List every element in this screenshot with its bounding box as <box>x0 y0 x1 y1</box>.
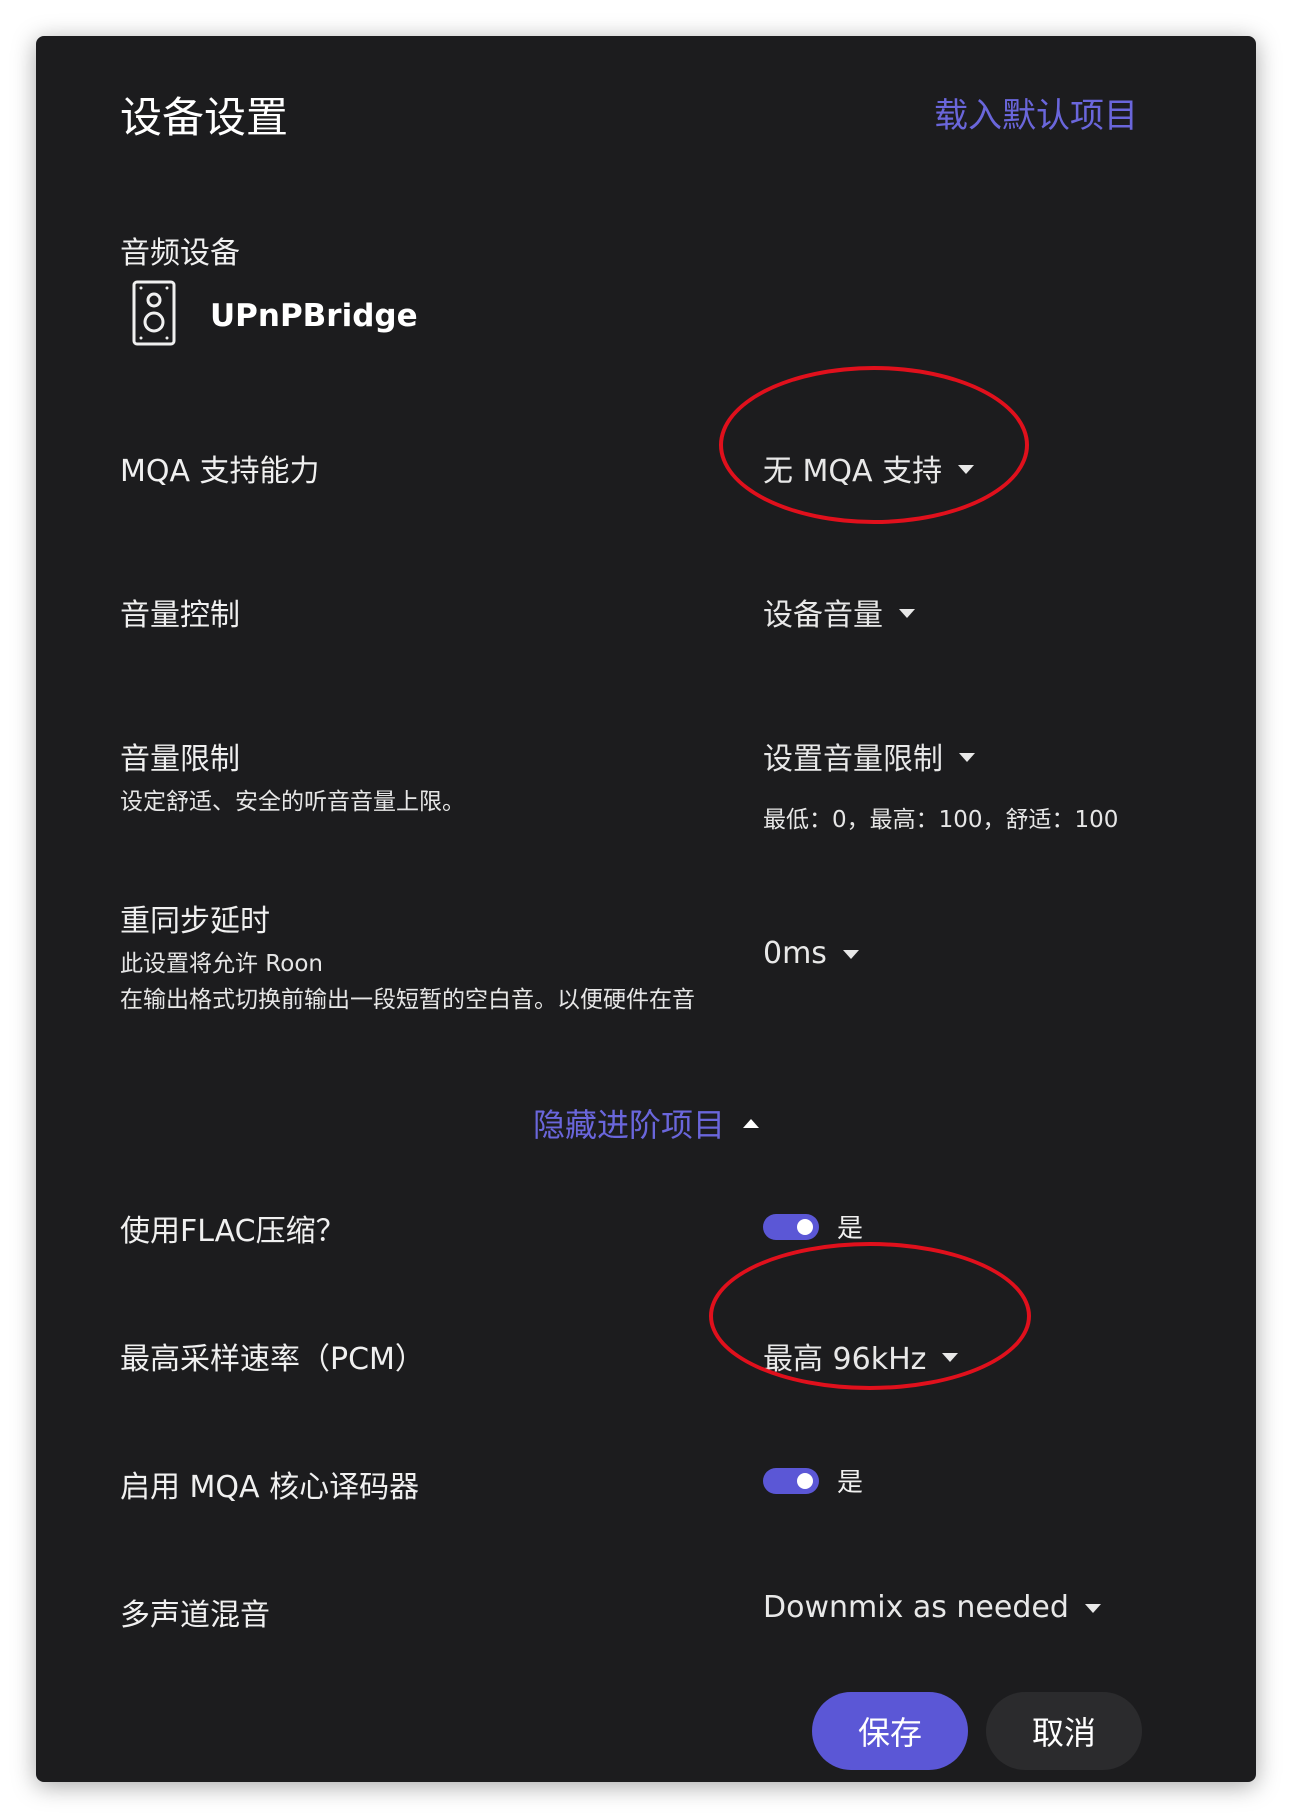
load-defaults-link[interactable]: 载入默认项目 <box>934 88 1138 137</box>
multichannel-mix-dropdown[interactable]: Downmix as needed <box>763 1590 1101 1625</box>
max-sample-rate-dropdown[interactable]: 最高 96kHz <box>763 1334 959 1378</box>
audio-device-name: UPnPBridge <box>210 298 418 334</box>
resync-delay-dropdown[interactable]: 0ms <box>763 936 859 971</box>
volume-limit-description: 设定舒适、安全的听音音量上限。 <box>120 789 465 815</box>
volume-limit-dropdown[interactable]: 设置音量限制 <box>763 734 975 778</box>
hide-advanced-toggle[interactable]: 隐藏进阶项目 <box>36 1100 1256 1146</box>
volume-limit-value: 设置音量限制 <box>763 742 943 777</box>
annotation-circle-mqa <box>719 366 1029 524</box>
mqa-capability-dropdown[interactable]: 无 MQA 支持 <box>763 446 975 490</box>
chevron-down-icon <box>958 464 975 474</box>
audio-device-label: 音频设备 <box>120 236 240 271</box>
resync-delay-description-line2: 在输出格式切换前输出一段短暂的空白音。以便硬件在音 <box>120 987 695 1013</box>
volume-limit-label: 音量限制 <box>120 742 240 777</box>
toggle-knob <box>797 1472 813 1489</box>
chevron-down-icon <box>842 950 859 959</box>
volume-control-dropdown[interactable]: 设备音量 <box>763 590 915 634</box>
chevron-down-icon <box>1084 1604 1101 1613</box>
mqa-core-decoder-label: 启用 MQA 核心译码器 <box>120 1470 420 1505</box>
chevron-down-icon <box>942 1352 959 1362</box>
mqa-core-decoder-setting: 是 <box>763 1462 863 1499</box>
speaker-icon <box>132 280 176 346</box>
chevron-up-icon <box>743 1118 759 1128</box>
dialog-title: 设备设置 <box>120 93 289 142</box>
flac-compression-label: 使用FLAC压缩？ <box>120 1214 346 1249</box>
mqa-core-decoder-toggle[interactable] <box>763 1467 819 1494</box>
flac-compression-value: 是 <box>837 1214 864 1244</box>
resync-delay-label: 重同步延时 <box>120 904 270 939</box>
device-settings-dialog: 设备设置 载入默认项目 音频设备 UPnPBridge MQA 支持能力 无 M… <box>36 36 1256 1782</box>
hide-advanced-label: 隐藏进阶项目 <box>532 1106 725 1144</box>
volume-control-value: 设备音量 <box>763 598 883 633</box>
mqa-capability-value: 无 MQA 支持 <box>763 454 943 489</box>
volume-control-label: 音量控制 <box>120 598 240 633</box>
toggle-knob <box>797 1218 813 1235</box>
chevron-down-icon <box>959 752 975 762</box>
cancel-button[interactable]: 取消 <box>986 1692 1142 1770</box>
flac-compression-toggle[interactable] <box>763 1213 819 1240</box>
multichannel-mix-value: Downmix as needed <box>763 1590 1069 1625</box>
flac-compression-setting: 是 <box>763 1208 863 1245</box>
chevron-down-icon <box>899 608 915 618</box>
mqa-capability-label: MQA 支持能力 <box>120 454 320 489</box>
max-sample-rate-label: 最高采样速率（PCM） <box>120 1342 425 1377</box>
max-sample-rate-value: 最高 96kHz <box>763 1342 927 1377</box>
volume-limit-info: 最低：0，最高：100，舒适：100 <box>763 807 1119 833</box>
mqa-core-decoder-value: 是 <box>837 1468 864 1498</box>
resync-delay-description-line1: 此设置将允许 Roon <box>120 951 323 977</box>
save-button[interactable]: 保存 <box>812 1692 968 1770</box>
resync-delay-value: 0ms <box>763 936 827 971</box>
multichannel-mix-label: 多声道混音 <box>120 1598 270 1633</box>
